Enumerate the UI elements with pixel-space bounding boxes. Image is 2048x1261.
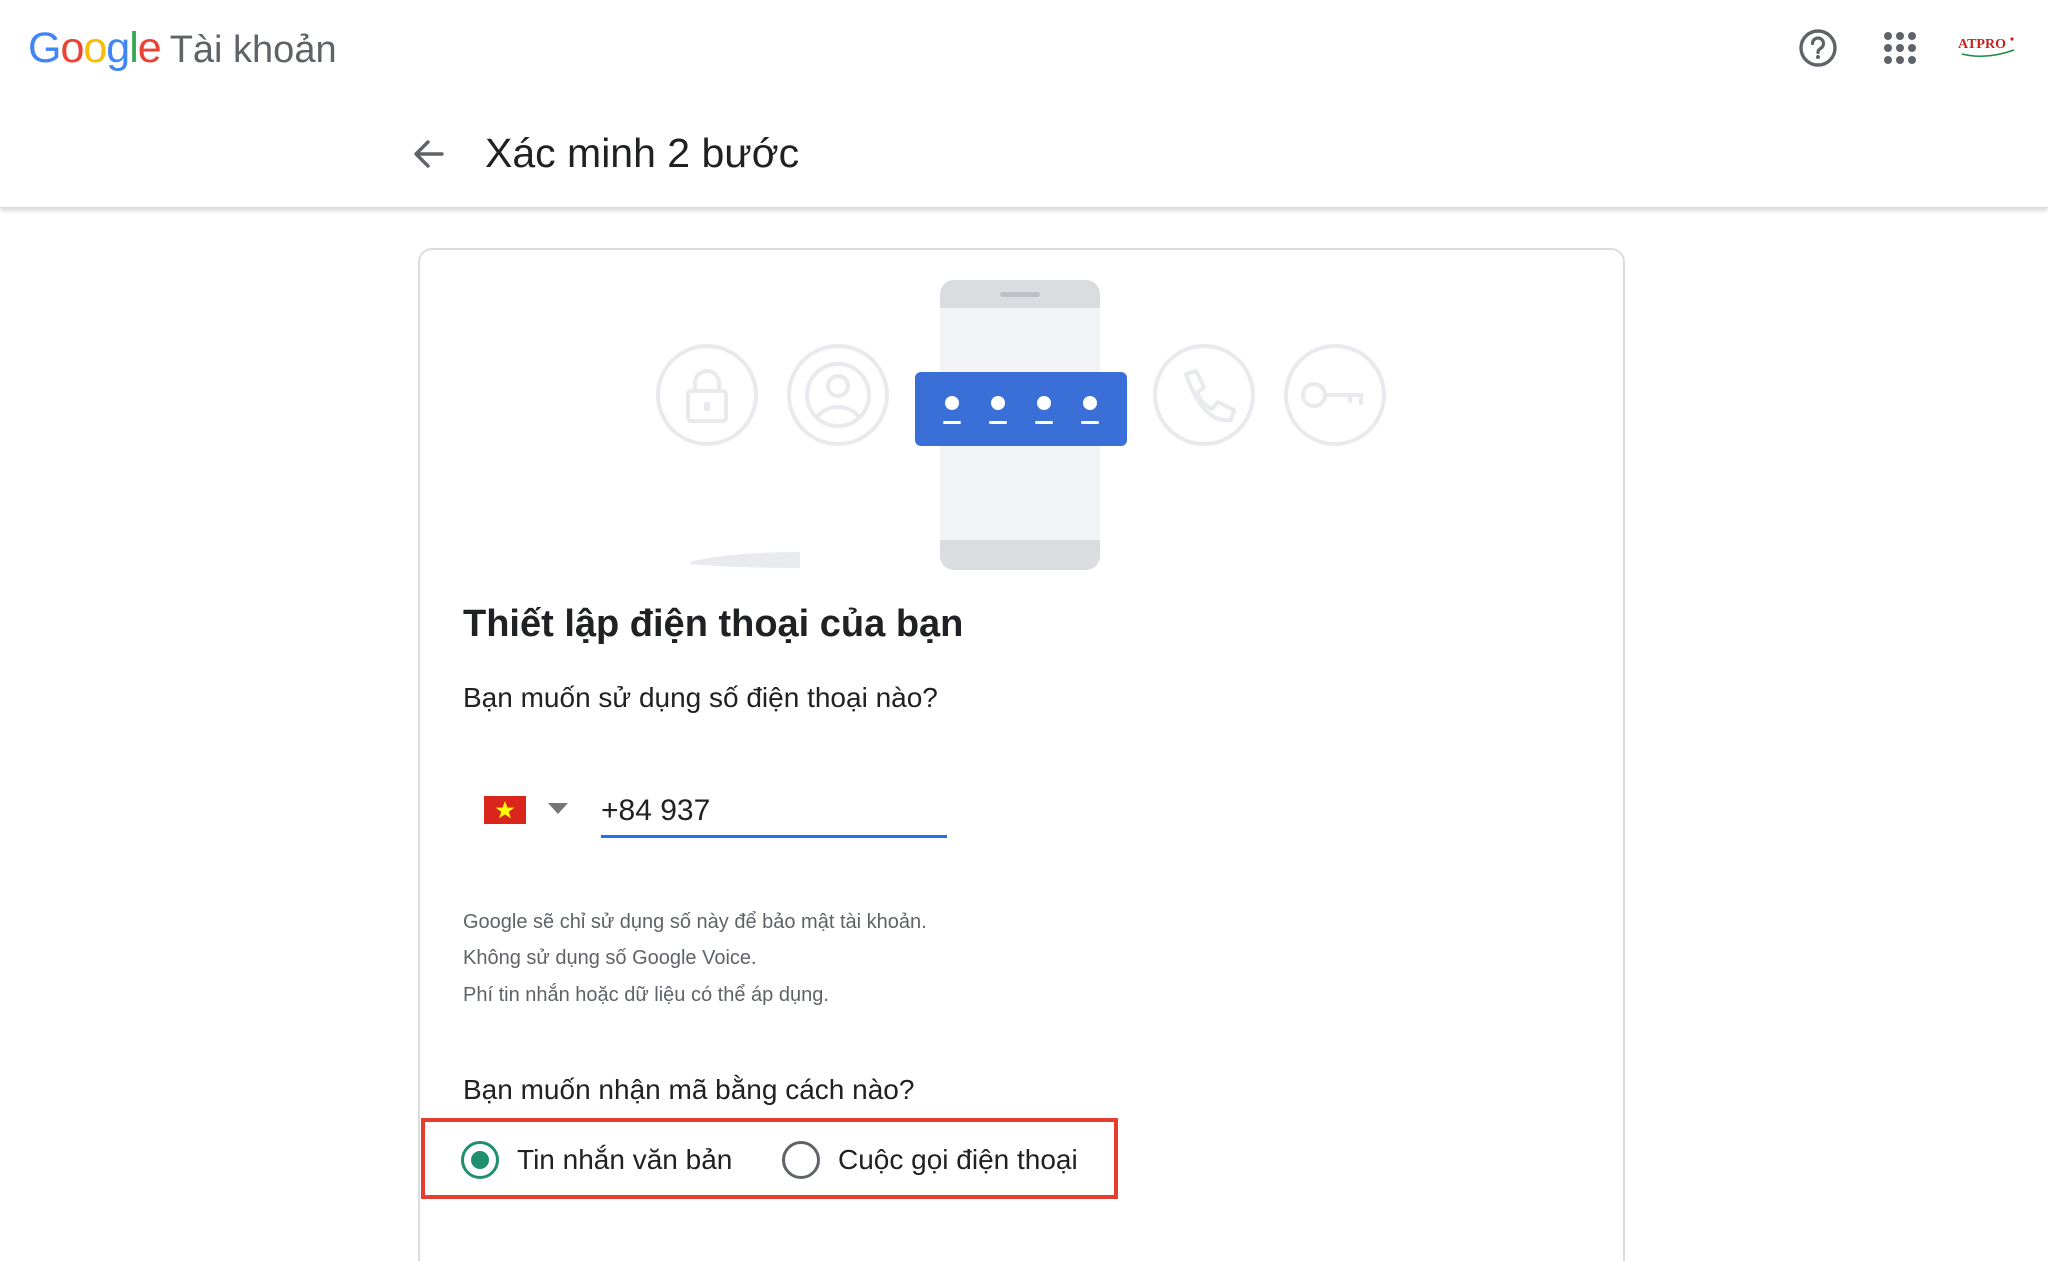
phone-question: Bạn muốn sử dụng số điện thoại nào? bbox=[463, 682, 938, 713]
page-title: Xác minh 2 bước bbox=[485, 130, 800, 176]
back-button[interactable] bbox=[408, 134, 456, 174]
key-icon bbox=[1284, 344, 1386, 446]
google-logo: Google bbox=[28, 24, 162, 72]
note-fees: Phí tin nhắn hoặc dữ liệu có thể áp dụng… bbox=[463, 984, 829, 1006]
account-avatar[interactable]: ATPRO bbox=[1956, 30, 2018, 64]
help-circle-icon bbox=[1799, 29, 1837, 67]
phone-number-input[interactable] bbox=[601, 790, 947, 838]
lock-icon bbox=[656, 344, 758, 446]
apps-button[interactable] bbox=[1878, 26, 1922, 70]
account-badge: ATPRO bbox=[1958, 37, 2006, 52]
vietnam-flag-icon bbox=[484, 796, 526, 824]
setup-heading: Thiết lập điện thoại của bạn bbox=[463, 603, 964, 645]
radio-label-phone-call: Cuộc gọi điện thoại bbox=[838, 1144, 1078, 1175]
dropdown-arrow-icon bbox=[548, 803, 568, 814]
two-step-illustration bbox=[656, 280, 1386, 570]
product-name: Tài khoản bbox=[169, 29, 337, 71]
account-circle-icon bbox=[787, 344, 889, 446]
radio-button-unchecked[interactable] bbox=[782, 1141, 820, 1179]
radio-label-text-message: Tin nhắn văn bản bbox=[517, 1144, 733, 1175]
country-selector[interactable] bbox=[480, 790, 580, 830]
help-button[interactable] bbox=[1796, 26, 1840, 70]
arrow-back-icon bbox=[414, 140, 444, 168]
radio-option-text-message[interactable]: Tin nhắn văn bản bbox=[461, 1140, 732, 1180]
top-app-bar: Google Tài khoản ATPRO bbox=[0, 0, 2048, 96]
phone-icon bbox=[1153, 344, 1255, 446]
brand[interactable]: Google Tài khoản bbox=[28, 22, 337, 74]
page-header: Xác minh 2 bước bbox=[0, 96, 2048, 208]
radio-option-phone-call[interactable]: Cuộc gọi điện thoại bbox=[782, 1140, 1078, 1180]
apps-grid-icon bbox=[1884, 32, 1916, 64]
note-google-voice: Không sử dụng số Google Voice. bbox=[463, 947, 757, 969]
verification-code-icon bbox=[915, 372, 1127, 446]
note-security: Google sẽ chỉ sử dụng số này để bảo mật … bbox=[463, 911, 927, 933]
radio-button-checked[interactable] bbox=[461, 1141, 499, 1179]
code-method-question: Bạn muốn nhận mã bằng cách nào? bbox=[463, 1074, 915, 1105]
account-logo-icon: ATPRO bbox=[1958, 37, 2015, 58]
